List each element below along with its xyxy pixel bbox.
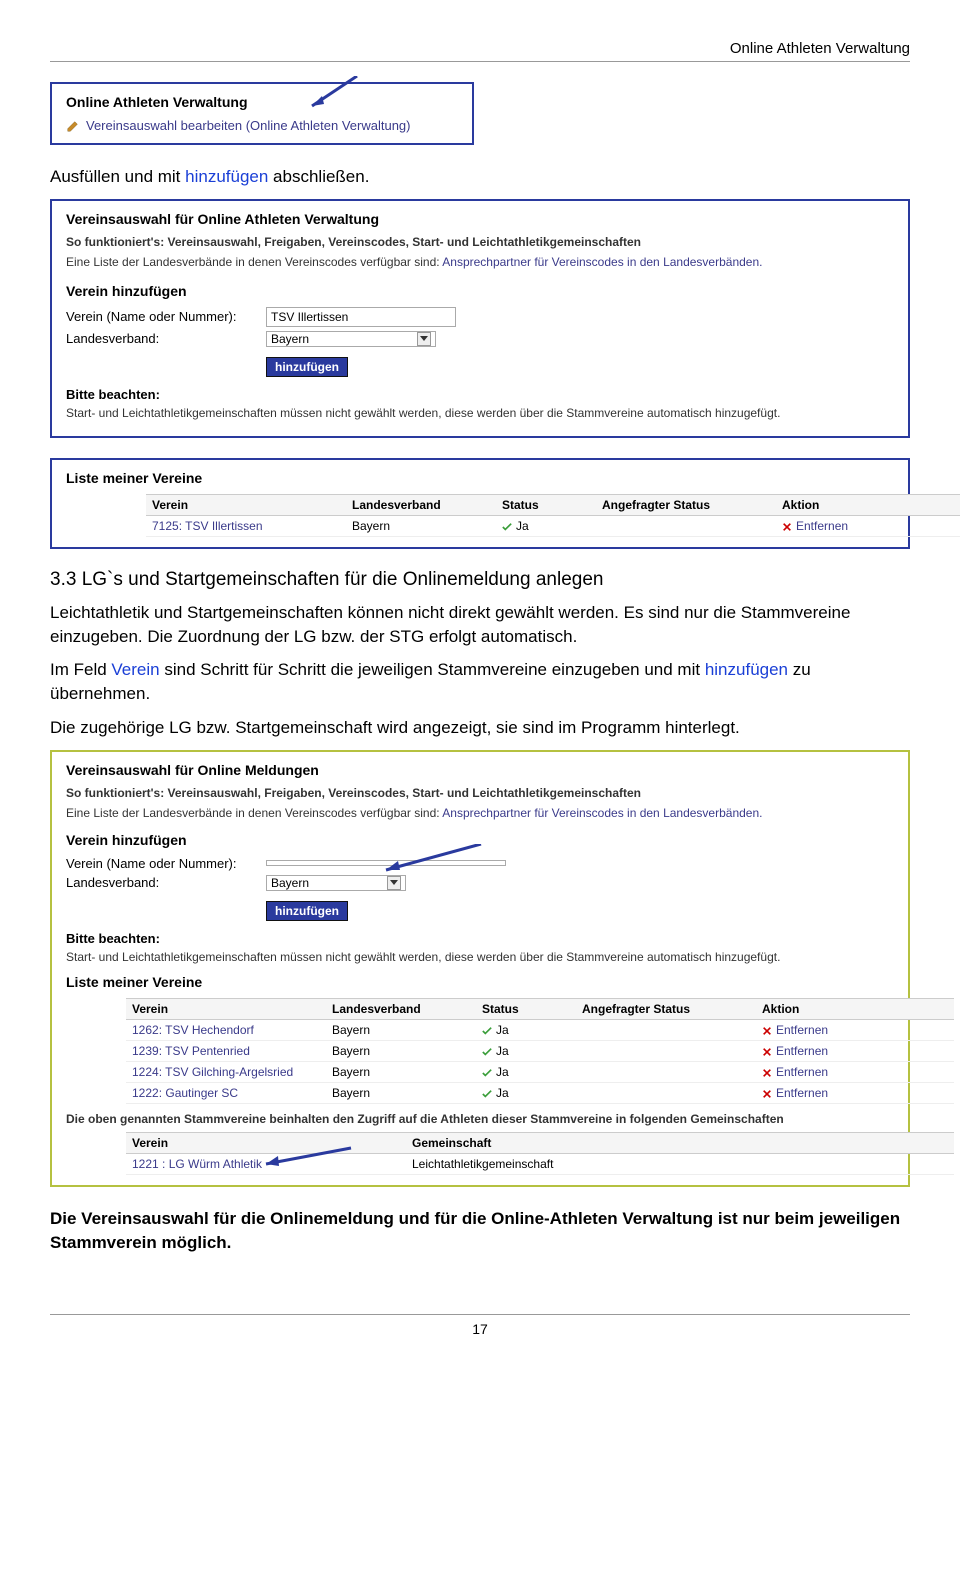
section-3-3-heading: 3.3 LG`s und Startgemeinschaften für die… bbox=[50, 569, 910, 591]
box1-title: Online Athleten Verwaltung bbox=[66, 94, 458, 110]
note-text: Start- und Leichtathletikgemeinschaften … bbox=[66, 406, 894, 420]
entfernen-link[interactable]: Entfernen bbox=[782, 519, 902, 533]
box2-section: Verein hinzufügen bbox=[66, 283, 894, 299]
x-icon bbox=[762, 1067, 772, 1077]
box2-info-text: Eine Liste der Landesverbände in denen V… bbox=[66, 255, 894, 269]
box4-info-text: Eine Liste der Landesverbände in denen V… bbox=[66, 806, 894, 820]
note-title: Bitte beachten: bbox=[66, 387, 894, 402]
entfernen-link[interactable]: Entfernen bbox=[762, 1044, 882, 1058]
box3-title: Liste meiner Vereine bbox=[66, 470, 894, 486]
label-landesverband-2: Landesverband: bbox=[66, 875, 266, 890]
x-icon bbox=[762, 1025, 772, 1035]
box4-info-bold[interactable]: So funktioniert's: Vereinsauswahl, Freig… bbox=[66, 786, 641, 800]
screenshot-box-nav: Online Athleten Verwaltung Vereinsauswah… bbox=[50, 82, 474, 145]
arrow-icon bbox=[302, 76, 362, 116]
table-row: 1262: TSV HechendorfBayernJaEntfernen bbox=[126, 1020, 954, 1041]
gemeinschaft-text: Die oben genannten Stammvereine beinhalt… bbox=[66, 1112, 894, 1126]
section-3-3-p3: Die zugehörige LG bzw. Startgemeinschaft… bbox=[50, 716, 910, 740]
note-text-2: Start- und Leichtathletikgemeinschaften … bbox=[66, 950, 894, 964]
x-icon bbox=[782, 521, 792, 531]
hinzufuegen-button-2[interactable]: hinzufügen bbox=[266, 901, 348, 921]
table-header-row: Verein Gemeinschaft bbox=[126, 1132, 954, 1154]
table-row: 1221 : LG Würm Athletik Leichtathletikge… bbox=[126, 1154, 954, 1175]
chevron-down-icon bbox=[387, 876, 401, 890]
label-landesverband: Landesverband: bbox=[66, 331, 266, 346]
verein-link[interactable]: 7125: TSV Illertissen bbox=[146, 519, 352, 533]
check-icon bbox=[482, 1088, 492, 1098]
check-icon bbox=[502, 521, 512, 531]
entfernen-link[interactable]: Entfernen bbox=[762, 1086, 882, 1100]
label-verein-2: Verein (Name oder Nummer): bbox=[66, 856, 266, 871]
verein-link[interactable]: 1262: TSV Hechendorf bbox=[126, 1023, 332, 1037]
x-icon bbox=[762, 1046, 772, 1056]
check-icon bbox=[482, 1025, 492, 1035]
x-icon bbox=[762, 1088, 772, 1098]
box2-info-bold[interactable]: So funktioniert's: Vereinsauswahl, Freig… bbox=[66, 235, 641, 249]
verein-link[interactable]: 1224: TSV Gilching-Argelsried bbox=[126, 1065, 332, 1079]
intro-text-1: Ausfüllen und mit hinzufügen abschließen… bbox=[50, 165, 910, 189]
box4-list-title: Liste meiner Vereine bbox=[66, 974, 894, 990]
box1-subtitle[interactable]: Vereinsauswahl bearbeiten (Online Athlet… bbox=[86, 118, 411, 133]
conclusion-text: Die Vereinsauswahl für die Onlinemeldung… bbox=[50, 1207, 910, 1255]
pencil-icon bbox=[66, 119, 80, 133]
input-verein[interactable]: TSV Illertissen bbox=[266, 307, 456, 327]
link-ansprechpartner[interactable]: Ansprechpartner für Vereinscodes in den … bbox=[442, 255, 762, 269]
chevron-down-icon bbox=[417, 332, 431, 346]
label-verein: Verein (Name oder Nummer): bbox=[66, 309, 266, 324]
arrow-icon bbox=[256, 1146, 356, 1176]
hinzufuegen-button[interactable]: hinzufügen bbox=[266, 357, 348, 377]
entfernen-link[interactable]: Entfernen bbox=[762, 1023, 882, 1037]
table-row: 1239: TSV PentenriedBayernJaEntfernen bbox=[126, 1041, 954, 1062]
check-icon bbox=[482, 1067, 492, 1077]
table-header-row: Verein Landesverband Status Angefragter … bbox=[126, 998, 954, 1020]
box4-title: Vereinsauswahl für Online Meldungen bbox=[66, 762, 894, 778]
link-ansprechpartner-2[interactable]: Ansprechpartner für Vereinscodes in den … bbox=[442, 806, 762, 820]
page-footer: 17 bbox=[50, 1314, 910, 1337]
page-header: Online Athleten Verwaltung bbox=[50, 40, 910, 62]
table-header-row: Verein Landesverband Status Angefragter … bbox=[146, 494, 960, 516]
entfernen-link[interactable]: Entfernen bbox=[762, 1065, 882, 1079]
screenshot-box-liste: Liste meiner Vereine Verein Landesverban… bbox=[50, 458, 910, 549]
table-row: 1224: TSV Gilching-ArgelsriedBayernJaEnt… bbox=[126, 1062, 954, 1083]
table-row: 1222: Gautinger SCBayernJaEntfernen bbox=[126, 1083, 954, 1104]
verein-link[interactable]: 1239: TSV Pentenried bbox=[126, 1044, 332, 1058]
screenshot-box-vereinsauswahl: Vereinsauswahl für Online Athleten Verwa… bbox=[50, 199, 910, 438]
box2-title: Vereinsauswahl für Online Athleten Verwa… bbox=[66, 211, 894, 227]
screenshot-box-online-meldungen: Vereinsauswahl für Online Meldungen So f… bbox=[50, 750, 910, 1187]
table-row: 7125: TSV Illertissen Bayern Ja Entferne… bbox=[146, 516, 960, 537]
note-title-2: Bitte beachten: bbox=[66, 931, 894, 946]
verein-link[interactable]: 1222: Gautinger SC bbox=[126, 1086, 332, 1100]
check-icon bbox=[482, 1046, 492, 1056]
section-3-3-p1: Leichtathletik und Startgemeinschaften k… bbox=[50, 601, 910, 649]
section-3-3-p2: Im Feld Verein sind Schritt für Schritt … bbox=[50, 658, 910, 706]
select-landesverband[interactable]: Bayern bbox=[266, 331, 436, 347]
